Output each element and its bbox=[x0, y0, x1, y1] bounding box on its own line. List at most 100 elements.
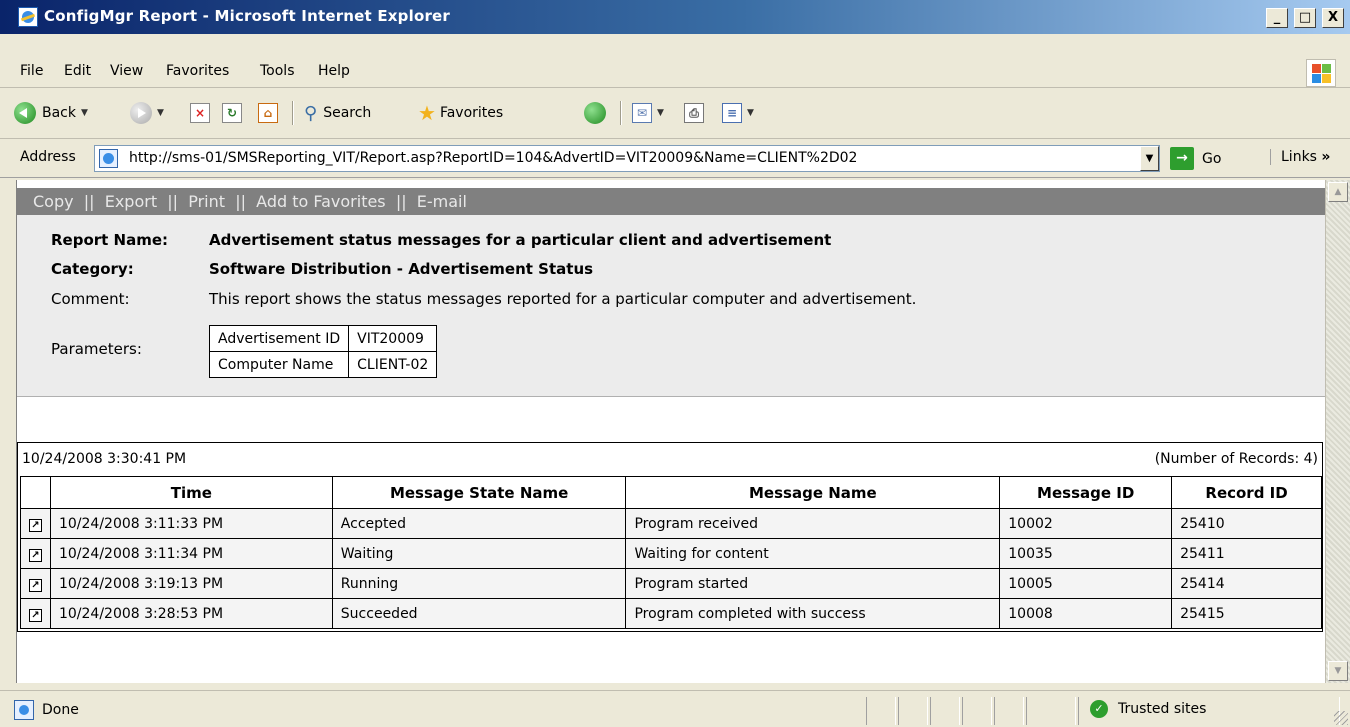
cell-record-id: 25414 bbox=[1171, 568, 1322, 599]
address-dropdown-button[interactable]: ▼ bbox=[1140, 146, 1159, 171]
ie-app-icon bbox=[18, 7, 38, 27]
search-label: Search bbox=[323, 105, 372, 121]
cell-record-id: 25411 bbox=[1171, 538, 1322, 569]
add-to-favorites-link[interactable]: Add to Favorites bbox=[256, 192, 385, 211]
maximize-button[interactable]: □ bbox=[1294, 8, 1316, 28]
status-bar: Done ✓ Trusted sites bbox=[0, 690, 1350, 727]
cell-message-id: 10002 bbox=[999, 508, 1173, 539]
menu-help[interactable]: Help bbox=[318, 63, 350, 79]
action-bar: Copy || Export || Print || Add to Favori… bbox=[17, 188, 1325, 215]
comment-value: This report shows the status messages re… bbox=[209, 290, 917, 308]
address-bar: Address http://sms-01/SMSReporting_VIT/R… bbox=[0, 140, 1350, 178]
drill-down-icon: ↗ bbox=[28, 548, 42, 562]
parameter-name: Computer Name bbox=[208, 351, 350, 378]
vertical-scrollbar[interactable]: ▲ ▼ bbox=[1325, 180, 1350, 683]
go-button[interactable]: → Go bbox=[1170, 147, 1221, 170]
chevron-down-icon: ▼ bbox=[657, 108, 664, 118]
parameters-label: Parameters: bbox=[51, 340, 142, 358]
menu-view[interactable]: View bbox=[110, 63, 143, 79]
address-label: Address bbox=[20, 149, 76, 165]
export-link[interactable]: Export bbox=[105, 192, 157, 211]
mail-button[interactable]: ✉ ▼ bbox=[632, 99, 664, 127]
results-box: 10/24/2008 3:30:41 PM (Number of Records… bbox=[17, 442, 1323, 632]
scroll-down-button[interactable]: ▼ bbox=[1328, 661, 1348, 681]
stop-button[interactable]: × bbox=[190, 99, 210, 127]
cell-message-id: 10008 bbox=[999, 598, 1173, 629]
menu-tools[interactable]: Tools bbox=[260, 63, 295, 79]
toolbar-separator bbox=[620, 101, 622, 125]
drill-down-link[interactable]: ↗ bbox=[20, 568, 51, 599]
toolbar: Back ▼ ▼ × ↻ ⌂ ⚲ Search ★ Favorites ✉ ▼ … bbox=[0, 89, 1350, 139]
drill-down-icon: ↗ bbox=[28, 578, 42, 592]
windows-logo-icon bbox=[1306, 59, 1336, 87]
column-header-message-state-name[interactable]: Message State Name bbox=[331, 476, 627, 509]
menu-favorites[interactable]: Favorites bbox=[166, 63, 229, 79]
report-timestamp: 10/24/2008 3:30:41 PM bbox=[22, 451, 187, 467]
copy-link[interactable]: Copy bbox=[33, 192, 74, 211]
print-button[interactable]: ⎙ bbox=[684, 99, 704, 127]
report-name-label: Report Name: bbox=[51, 231, 169, 249]
home-button[interactable]: ⌂ bbox=[258, 99, 278, 127]
column-header-message-id[interactable]: Message ID bbox=[999, 476, 1173, 509]
status-panel bbox=[1026, 697, 1076, 725]
status-label: Done bbox=[42, 702, 79, 718]
column-header-message-name[interactable]: Message Name bbox=[625, 476, 1001, 509]
back-label: Back bbox=[42, 105, 76, 121]
column-header-record-id[interactable]: Record ID bbox=[1171, 476, 1322, 509]
history-icon bbox=[584, 102, 606, 124]
page-icon bbox=[99, 149, 118, 168]
column-header-time[interactable]: Time bbox=[49, 476, 333, 509]
back-button[interactable]: Back ▼ bbox=[14, 99, 88, 127]
status-panel bbox=[962, 697, 992, 725]
drill-down-link[interactable]: ↗ bbox=[20, 538, 51, 569]
refresh-button[interactable]: ↻ bbox=[222, 99, 242, 127]
drill-down-link[interactable]: ↗ bbox=[20, 508, 51, 539]
report-name-value: Advertisement status messages for a part… bbox=[209, 231, 832, 249]
trusted-check-icon: ✓ bbox=[1090, 700, 1108, 718]
refresh-icon: ↻ bbox=[222, 103, 242, 123]
cell-record-id: 25410 bbox=[1171, 508, 1322, 539]
drill-down-link[interactable]: ↗ bbox=[20, 598, 51, 629]
status-panel bbox=[930, 697, 960, 725]
search-button[interactable]: ⚲ Search bbox=[304, 99, 371, 127]
comment-label: Comment: bbox=[51, 290, 130, 308]
links-button[interactable]: Links » bbox=[1270, 149, 1330, 165]
category-label: Category: bbox=[51, 260, 134, 278]
back-arrow-icon bbox=[14, 102, 36, 124]
status-panel bbox=[994, 697, 1024, 725]
chevron-down-icon: ▼ bbox=[81, 108, 88, 118]
cell-message-id: 10035 bbox=[999, 538, 1173, 569]
cell-message-name: Program started bbox=[625, 568, 1001, 599]
print-link[interactable]: Print bbox=[188, 192, 225, 211]
email-link[interactable]: E-mail bbox=[417, 192, 467, 211]
cell-time: 10/24/2008 3:11:33 PM bbox=[49, 508, 333, 539]
forward-arrow-icon bbox=[130, 102, 152, 124]
cell-state: Waiting bbox=[331, 538, 627, 569]
edit-button[interactable]: ≡ ▼ bbox=[722, 99, 754, 127]
minimize-button[interactable]: _ bbox=[1266, 8, 1288, 28]
history-button[interactable] bbox=[584, 99, 606, 127]
address-input[interactable]: http://sms-01/SMSReporting_VIT/Report.as… bbox=[94, 145, 1160, 172]
results-table: Time Message State Name Message Name Mes… bbox=[20, 476, 1322, 629]
parameter-value: VIT20009 bbox=[348, 325, 438, 352]
table-row: ↗ 10/24/2008 3:19:13 PM Running Program … bbox=[20, 568, 1322, 599]
page-content: Copy || Export || Print || Add to Favori… bbox=[16, 180, 1325, 683]
toolbar-separator bbox=[292, 101, 294, 125]
menu-file[interactable]: File bbox=[20, 63, 43, 79]
forward-button[interactable]: ▼ bbox=[130, 99, 164, 127]
menu-edit[interactable]: Edit bbox=[64, 63, 91, 79]
chevron-right-icon: » bbox=[1321, 149, 1331, 165]
scroll-up-button[interactable]: ▲ bbox=[1328, 182, 1348, 202]
chevron-down-icon: ▼ bbox=[747, 108, 754, 118]
favorites-button[interactable]: ★ Favorites bbox=[418, 99, 503, 127]
stop-icon: × bbox=[190, 103, 210, 123]
cell-state: Accepted bbox=[331, 508, 627, 539]
cell-message-name: Waiting for content bbox=[625, 538, 1001, 569]
column-header-icon bbox=[20, 476, 51, 509]
resize-grip[interactable] bbox=[1334, 711, 1348, 725]
cell-state: Running bbox=[331, 568, 627, 599]
close-button[interactable]: X bbox=[1322, 8, 1344, 28]
drill-down-icon: ↗ bbox=[28, 608, 42, 622]
chevron-down-icon: ▼ bbox=[157, 108, 164, 118]
security-zone: ✓ Trusted sites bbox=[1090, 700, 1206, 718]
